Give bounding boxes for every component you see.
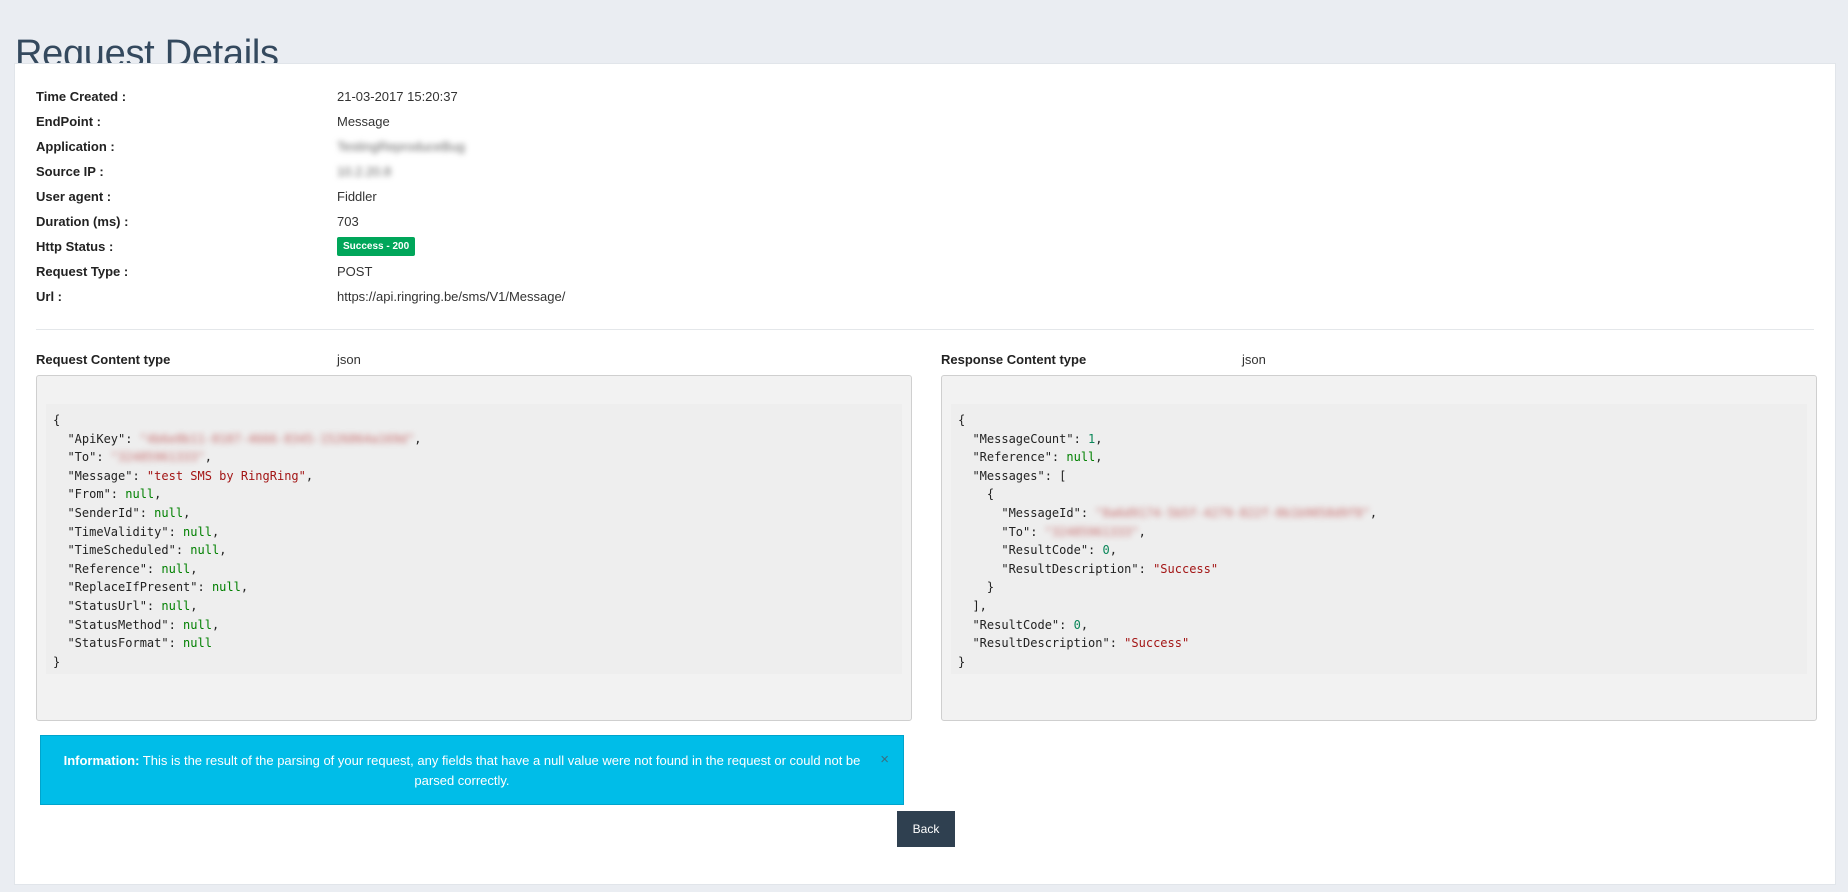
status-badge: Success - 200: [337, 237, 416, 257]
detail-value: POST: [337, 264, 373, 279]
detail-label: Request Type :: [36, 264, 129, 279]
detail-label: Time Created :: [36, 89, 127, 104]
request-content-type-label: Request Content type: [36, 352, 171, 367]
detail-value: Fiddler: [337, 189, 377, 204]
request-body-json: { "ApiKey": "4b6e8b11-0107-4666-8345-152…: [53, 413, 422, 669]
detail-value-redacted: TestingReproduceBug: [337, 139, 465, 154]
request-content-type-value: json: [337, 352, 361, 367]
detail-value-redacted: 10.2.20.8: [337, 164, 392, 179]
back-button[interactable]: Back: [897, 811, 955, 847]
close-icon[interactable]: ×: [880, 751, 889, 768]
request-body-box[interactable]: { "ApiKey": "4b6e8b11-0107-4666-8345-152…: [36, 375, 912, 721]
response-content-type-label: Response Content type: [941, 352, 1087, 367]
detail-label: Application :: [36, 139, 115, 154]
info-alert-message: Information: This is the result of the p…: [61, 751, 863, 791]
response-body-box[interactable]: { "MessageCount": 1, "Reference": null, …: [941, 375, 1817, 721]
detail-label: EndPoint :: [36, 114, 101, 129]
response-body-json: { "MessageCount": 1, "Reference": null, …: [958, 413, 1378, 669]
detail-value: 21-03-2017 15:20:37: [337, 89, 458, 104]
detail-label: User agent :: [36, 189, 112, 204]
detail-label: Source IP :: [36, 164, 104, 179]
response-content-type-value: json: [1242, 352, 1266, 367]
detail-value: Message: [337, 114, 390, 129]
detail-label: Duration (ms) :: [36, 214, 129, 229]
detail-value: Success - 200: [337, 234, 416, 259]
info-alert-text: This is the result of the parsing of you…: [142, 753, 861, 788]
detail-label: Http Status :: [36, 239, 114, 254]
request-body-code: { "ApiKey": "4b6e8b11-0107-4666-8345-152…: [46, 404, 902, 674]
divider: [36, 329, 1814, 330]
detail-value: 703: [337, 214, 359, 229]
response-body-code: { "MessageCount": 1, "Reference": null, …: [951, 404, 1807, 674]
detail-label: Url :: [36, 289, 62, 304]
info-alert: Information: This is the result of the p…: [40, 735, 904, 805]
detail-value: https://api.ringring.be/sms/V1/Message/: [337, 289, 566, 304]
details-card: Time Created : 21-03-2017 15:20:37 EndPo…: [14, 63, 1836, 885]
info-alert-title: Information:: [63, 753, 140, 768]
